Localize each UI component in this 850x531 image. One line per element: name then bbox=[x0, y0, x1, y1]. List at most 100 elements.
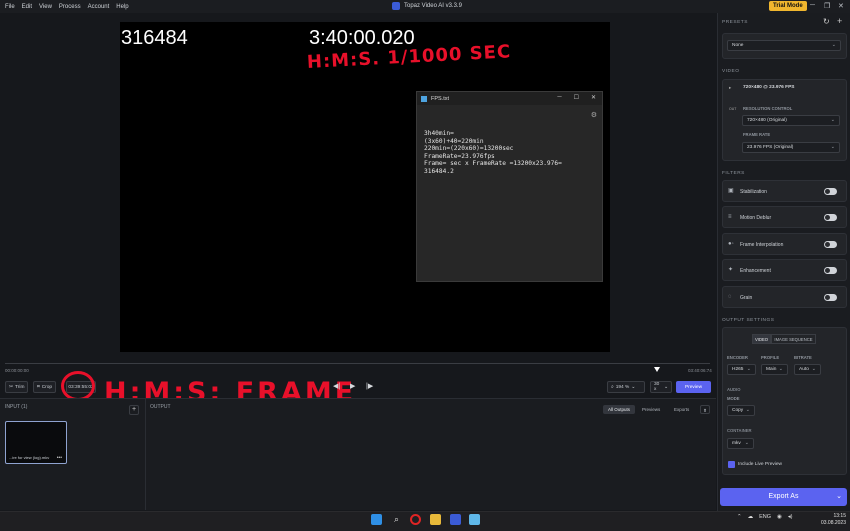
presets-header: PRESETS bbox=[722, 20, 748, 25]
minimize-icon[interactable]: ─ bbox=[810, 2, 815, 9]
notepad-minimize-icon[interactable]: ─ bbox=[557, 94, 561, 101]
motion-deblur-toggle[interactable] bbox=[824, 214, 837, 221]
chevron-down-icon: ⌄ bbox=[830, 117, 835, 123]
resolution-select[interactable]: 720×480 (Original) ⌄ bbox=[742, 115, 840, 126]
preview-button[interactable]: Preview bbox=[676, 381, 711, 393]
frame-interpolation-toggle[interactable] bbox=[824, 241, 837, 248]
stabilization-toggle[interactable] bbox=[824, 188, 837, 195]
filter-motion-deblur[interactable]: ≡ Motion Deblur bbox=[722, 206, 847, 228]
profile-label: PROFILE bbox=[761, 355, 780, 360]
crop-button[interactable]: ⌗ Crop bbox=[33, 381, 57, 393]
profile-select[interactable]: Main ⌄ bbox=[761, 364, 788, 375]
framerate-select[interactable]: 23.976 FPS (Original) ⌄ bbox=[742, 142, 840, 153]
frame-number-overlay: 316484 bbox=[121, 27, 188, 49]
encoder-select[interactable]: H265 ⌄ bbox=[727, 364, 756, 375]
cloud-icon[interactable]: ☁ bbox=[748, 514, 754, 520]
close-icon[interactable]: ✕ bbox=[838, 2, 844, 10]
export-as-button[interactable]: Export As ⌄ bbox=[720, 488, 847, 506]
zoom-select[interactable]: ⌕ 194 % ⌄ bbox=[607, 381, 645, 393]
audio-mode-select[interactable]: Copy ⌄ bbox=[727, 405, 755, 416]
menu-account[interactable]: Account bbox=[88, 4, 110, 10]
network-icon[interactable]: ◉ bbox=[777, 514, 782, 520]
menu-help[interactable]: Help bbox=[116, 4, 128, 10]
notepad-taskbar-icon[interactable] bbox=[469, 514, 480, 525]
trim-icon: ✂ bbox=[9, 384, 14, 390]
play-icon[interactable]: ▶ bbox=[350, 382, 355, 390]
add-preset-icon[interactable]: + bbox=[837, 16, 842, 26]
menu-file[interactable]: File bbox=[5, 4, 15, 10]
reset-icon[interactable]: ↻ bbox=[823, 17, 830, 26]
preset-select[interactable]: None ⌄ bbox=[727, 40, 841, 51]
video-input-icon: ▸ bbox=[729, 85, 732, 90]
menu-process[interactable]: Process bbox=[59, 4, 81, 10]
bitrate-select[interactable]: Auto ⌄ bbox=[794, 364, 821, 375]
previous-frame-icon[interactable]: ◀| bbox=[333, 382, 340, 390]
volume-icon[interactable]: ◂) bbox=[788, 514, 793, 520]
container-select[interactable]: mkv ⌄ bbox=[727, 438, 754, 449]
tab-all-outputs[interactable]: All Outputs bbox=[603, 405, 636, 414]
video-header: VIDEO bbox=[722, 69, 740, 74]
chevron-up-icon[interactable]: ⌃ bbox=[737, 514, 742, 520]
grain-toggle[interactable] bbox=[824, 294, 837, 301]
language-indicator[interactable]: ENG bbox=[759, 514, 771, 520]
notepad-line: 3h40min= bbox=[424, 130, 454, 137]
speed-select[interactable]: 30 x ⌄ bbox=[650, 381, 672, 393]
profile-value: Main bbox=[766, 367, 777, 372]
tab-exports[interactable]: Exports bbox=[669, 405, 694, 414]
filter-name: Stabilization bbox=[740, 189, 767, 195]
filter-enhancement[interactable]: ✦ Enhancement bbox=[722, 259, 847, 281]
tab-previews[interactable]: Previews bbox=[637, 405, 665, 414]
filter-frame-interpolation[interactable]: ●◦ Frame Interpolation bbox=[722, 233, 847, 255]
framerate-value: 23.976 FPS (Original) bbox=[747, 145, 794, 150]
output-settings-header: OUTPUT SETTINGS bbox=[722, 318, 775, 323]
segment-video[interactable]: VIDEO bbox=[752, 334, 771, 344]
topaz-icon[interactable] bbox=[450, 514, 461, 525]
search-icon[interactable]: ⌕ bbox=[391, 514, 402, 525]
segment-image-sequence[interactable]: IMAGE SEQUENCE bbox=[771, 334, 816, 344]
filter-stabilization[interactable]: ▣ Stabilization bbox=[722, 180, 847, 202]
upload-icon[interactable]: ⬆ bbox=[700, 405, 710, 414]
enhancement-toggle[interactable] bbox=[824, 267, 837, 274]
notepad-maximize-icon[interactable]: ☐ bbox=[574, 94, 579, 101]
window-title: Topaz Video AI v3.3.9 bbox=[392, 2, 462, 10]
audio-label: AUDIO bbox=[727, 387, 741, 392]
container-label: CONTAINER bbox=[727, 428, 752, 433]
filter-name: Motion Deblur bbox=[740, 215, 772, 221]
input-thumbnail[interactable]: ...ire for view (log).mkv ••• bbox=[5, 421, 67, 464]
opera-icon[interactable] bbox=[410, 514, 421, 525]
notepad-line: Frame= sec x FrameRate =13200x23.976= bbox=[424, 160, 562, 168]
notepad-text[interactable]: 3h40min= (3x60)+40=220min 220min=(220x60)=… bbox=[424, 130, 562, 176]
crop-label: Crop bbox=[41, 384, 53, 390]
more-options-icon[interactable]: ••• bbox=[57, 455, 62, 461]
clock[interactable]: 13:15 03.08.2023 bbox=[812, 513, 846, 527]
menu-view[interactable]: View bbox=[39, 4, 52, 10]
add-input-button[interactable]: + bbox=[129, 405, 139, 415]
file-explorer-icon[interactable] bbox=[430, 514, 441, 525]
live-preview-checkbox[interactable] bbox=[728, 461, 735, 468]
app-logo-icon bbox=[392, 2, 400, 10]
export-label: Export As bbox=[768, 493, 799, 500]
chevron-down-icon: ⌄ bbox=[746, 366, 751, 372]
app-title: Topaz Video AI v3.3.9 bbox=[404, 3, 462, 9]
clock-date: 03.08.2023 bbox=[820, 520, 846, 526]
gear-icon[interactable]: ⚙ bbox=[591, 111, 597, 119]
output-header: OUTPUT bbox=[150, 404, 171, 410]
notepad-close-icon[interactable]: ✕ bbox=[591, 94, 596, 101]
bitrate-label: BITRATE bbox=[794, 355, 812, 360]
input-header: INPUT (1) bbox=[5, 404, 28, 410]
menu-edit[interactable]: Edit bbox=[22, 4, 32, 10]
timeline-track[interactable] bbox=[5, 363, 710, 364]
chevron-down-icon[interactable]: ⌄ bbox=[836, 488, 842, 506]
trial-mode-button[interactable]: Trial Mode bbox=[769, 1, 807, 11]
restore-icon[interactable]: ❐ bbox=[824, 2, 830, 10]
mode-label: MODE bbox=[727, 396, 740, 401]
chevron-down-icon: ⌄ bbox=[631, 384, 636, 390]
start-icon[interactable] bbox=[371, 514, 382, 525]
notepad-window[interactable]: FPS.txt ─ ☐ ✕ ⚙ 3h40min= (3x60)+40=220min… bbox=[416, 91, 603, 282]
encoder-label: ENCODER bbox=[727, 355, 748, 360]
container-value: mkv bbox=[732, 441, 741, 446]
trim-button[interactable]: ✂ Trim bbox=[5, 381, 29, 393]
next-frame-icon[interactable]: |▶ bbox=[366, 382, 373, 390]
playhead-marker[interactable] bbox=[654, 367, 660, 372]
filter-grain[interactable]: ◌ Grain bbox=[722, 286, 847, 308]
